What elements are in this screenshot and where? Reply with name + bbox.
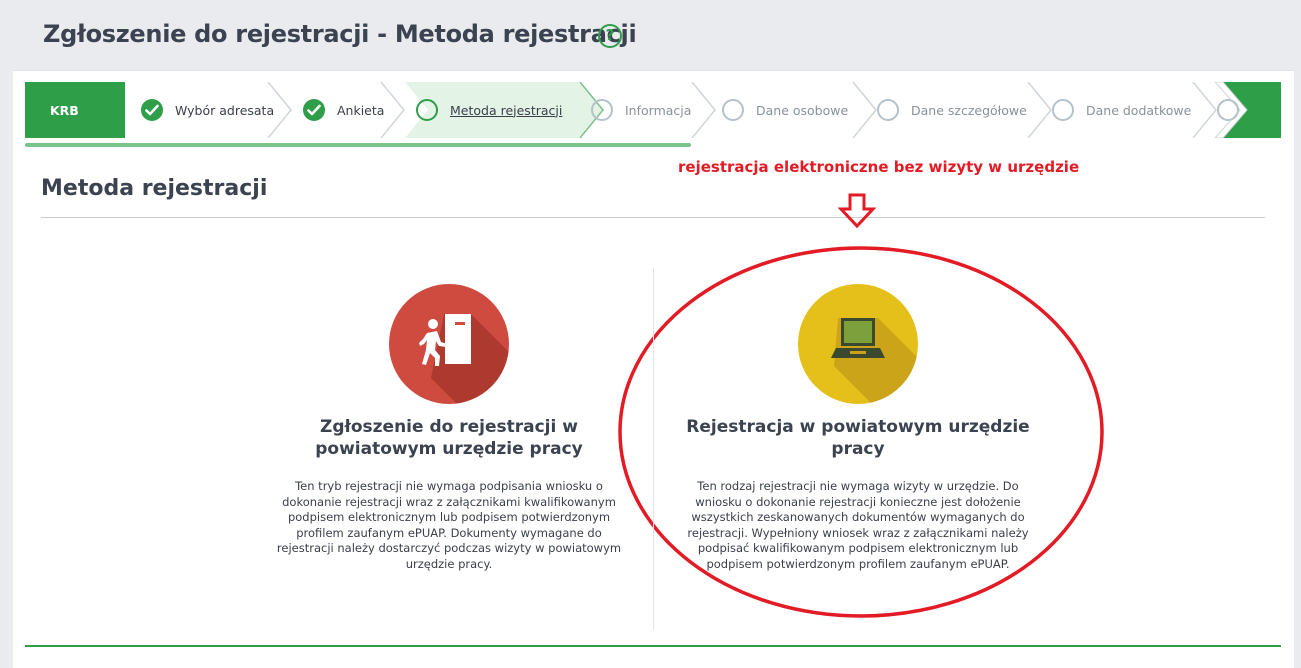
step-dane-szczegolowe[interactable]: Dane szczegółowe (877, 82, 1027, 138)
option-electronic-registration[interactable]: Rejestracja w powiatowym urzędzie pracy … (680, 284, 1036, 572)
check-icon (303, 99, 325, 121)
help-icon[interactable]: ? (598, 24, 622, 48)
step-label: Dane osobowe (756, 102, 849, 118)
laptop-icon (798, 284, 918, 404)
step-krb[interactable]: KRB (25, 82, 125, 138)
option-description: Ten tryb rejestracji nie wymaga podpisan… (276, 479, 622, 571)
option-title: Rejestracja w powiatowym urzędzie pracy (686, 417, 1030, 459)
options-divider (653, 268, 654, 630)
wizard-stepper: KRB Wybór adresata Ankieta Metoda rejest… (25, 82, 1281, 138)
current-step-icon (416, 99, 438, 121)
arrow-down-icon (838, 193, 876, 229)
option-description: Ten rodzaj rejestracji nie wymaga wizyty… (687, 479, 1029, 571)
step-metoda-rejestracji[interactable]: Metoda rejestracji (416, 82, 562, 138)
step-label: Wybór adresata (175, 102, 275, 118)
pending-step-icon (1217, 99, 1239, 121)
step-label: Dane szczegółowe (911, 102, 1027, 118)
step-dane-osobowe[interactable]: Dane osobowe (722, 82, 848, 138)
person-door-icon (389, 284, 509, 404)
step-label: Informacja (625, 102, 692, 118)
step-label: Metoda rejestracji (450, 102, 563, 118)
step-label: Dane dodatkowe (1086, 102, 1192, 118)
pending-step-icon (591, 99, 613, 121)
step-next-partial[interactable] (1217, 82, 1251, 138)
step-informacja[interactable]: Informacja (591, 82, 691, 138)
bottom-border (25, 645, 1281, 647)
wizard-progress-bar (25, 143, 1281, 147)
check-icon (141, 99, 163, 121)
step-wybor-adresata[interactable]: Wybór adresata (141, 82, 274, 138)
option-title: Zgłoszenie do rejestracji w powiatowym u… (315, 417, 583, 459)
section-divider (41, 217, 1265, 218)
pending-step-icon (877, 99, 899, 121)
page-header: Zgłoszenie do rejestracji - Metoda rejes… (0, 0, 1301, 70)
step-krb-label: KRB (50, 102, 79, 118)
page-title: Zgłoszenie do rejestracji - Metoda rejes… (43, 20, 637, 48)
option-registration-in-office[interactable]: Zgłoszenie do rejestracji w powiatowym u… (268, 284, 630, 572)
progress-fill (25, 143, 691, 147)
step-label: Ankieta (337, 102, 385, 118)
pending-step-icon (1052, 99, 1074, 121)
section-title: Metoda rejestracji (41, 176, 268, 201)
step-dane-dodatkowe[interactable]: Dane dodatkowe (1052, 82, 1191, 138)
annotation-text: rejestracja elektroniczne bez wizyty w u… (678, 158, 1080, 176)
pending-step-icon (722, 99, 744, 121)
step-ankieta[interactable]: Ankieta (303, 82, 384, 138)
